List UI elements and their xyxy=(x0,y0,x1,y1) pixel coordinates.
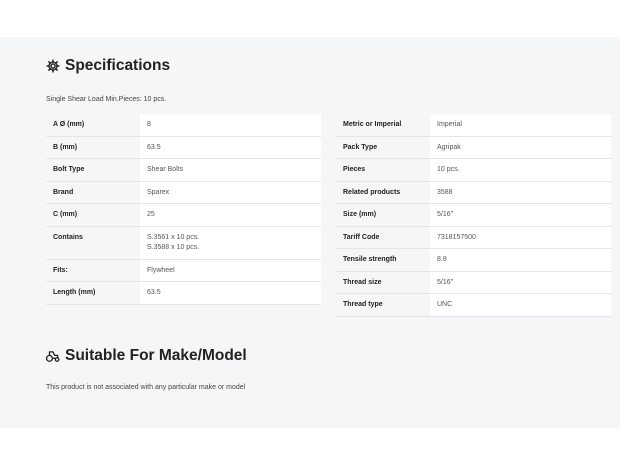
spec-key: Related products xyxy=(336,181,430,204)
spec-key: C (mm) xyxy=(46,203,140,227)
spec-table-left: A Ø (mm) 8 B (mm) 63.5 Bolt Type Shear Bolt… xyxy=(46,114,321,305)
table-row: Pack Type Agripak xyxy=(336,136,611,159)
spec-key: Bolt Type xyxy=(46,158,140,182)
table-row: Bolt Type Shear Bolts xyxy=(46,158,321,182)
spec-key: Contains xyxy=(46,226,140,260)
spec-value: 63.5 xyxy=(140,281,321,305)
table-row: Brand Sparex xyxy=(46,181,321,204)
table-row: Thread type UNC xyxy=(336,293,611,317)
table-row: Tariff Code 7318157500 xyxy=(336,226,611,249)
table-row: Length (mm) 63.5 xyxy=(46,281,321,305)
suitable-text: This product is not associated with any … xyxy=(46,384,246,391)
spec-value: UNC xyxy=(430,293,611,317)
spec-value: Imperial xyxy=(430,114,611,137)
spec-key: Thread type xyxy=(336,293,430,317)
suitable-title: Suitable For Make/Model xyxy=(65,347,247,364)
spec-value: Flywheel xyxy=(140,259,321,282)
spec-value: 5/16'' xyxy=(430,271,611,294)
spec-value-line: S.3561 x 10 pcs. xyxy=(147,233,200,241)
table-row: Contains S.3561 x 10 pcs. S.3588 x 10 pcs. xyxy=(46,226,321,260)
specifications-subtitle: Single Shear Load Min.Pieces: 10 pcs. xyxy=(46,96,167,103)
spec-value: 8 xyxy=(140,114,321,137)
spec-value: 8.8 xyxy=(430,248,611,272)
spec-value-line: S.3588 x 10 pcs. xyxy=(147,244,200,251)
specifications-title: Specifications xyxy=(65,57,171,74)
spec-value: Sparex xyxy=(140,181,321,204)
table-row: C (mm) 25 xyxy=(46,203,321,227)
spec-key: Fits: xyxy=(46,259,140,282)
spec-key: A Ø (mm) xyxy=(46,114,140,137)
spec-value: 63.5 xyxy=(140,136,321,159)
spec-value: Agripak xyxy=(430,136,611,159)
spec-value: S.3561 x 10 pcs. S.3588 x 10 pcs. xyxy=(140,226,321,260)
spec-key: Pack Type xyxy=(336,136,430,159)
spec-key: Brand xyxy=(46,181,140,204)
table-row: Fits: Flywheel xyxy=(46,259,321,282)
specifications-heading: Specifications xyxy=(46,57,170,75)
table-row: Metric or Imperial Imperial xyxy=(336,114,611,137)
spec-value: 5/16'' xyxy=(430,203,611,227)
table-row: Tensile strength 8.8 xyxy=(336,248,611,272)
table-row: B (mm) 63.5 xyxy=(46,136,321,159)
table-row: Pieces 10 pcs. xyxy=(336,158,611,182)
spec-table-right: Metric or Imperial Imperial Pack Type Agri… xyxy=(336,114,611,317)
spec-value: 3588 xyxy=(430,181,611,204)
suitable-heading: Suitable For Make/Model xyxy=(46,347,247,365)
spec-key: B (mm) xyxy=(46,136,140,159)
spec-key: Metric or Imperial xyxy=(336,114,430,137)
gear-icon xyxy=(46,59,60,73)
spec-key: Size (mm) xyxy=(336,203,430,227)
table-row: Related products 3588 xyxy=(336,181,611,204)
spec-value: Shear Bolts xyxy=(140,158,321,182)
table-row: A Ø (mm) 8 xyxy=(46,114,321,137)
spec-key: Pieces xyxy=(336,158,430,182)
spec-key: Tariff Code xyxy=(336,226,430,249)
spec-value: 10 pcs. xyxy=(430,158,611,182)
spec-value: 7318157500 xyxy=(430,226,611,249)
spec-key: Length (mm) xyxy=(46,281,140,305)
tractor-icon xyxy=(46,349,60,363)
spec-value: 25 xyxy=(140,203,321,227)
table-row: Thread size 5/16'' xyxy=(336,271,611,294)
spec-key: Tensile strength xyxy=(336,248,430,272)
spec-key: Thread size xyxy=(336,271,430,294)
table-row: Size (mm) 5/16'' xyxy=(336,203,611,227)
